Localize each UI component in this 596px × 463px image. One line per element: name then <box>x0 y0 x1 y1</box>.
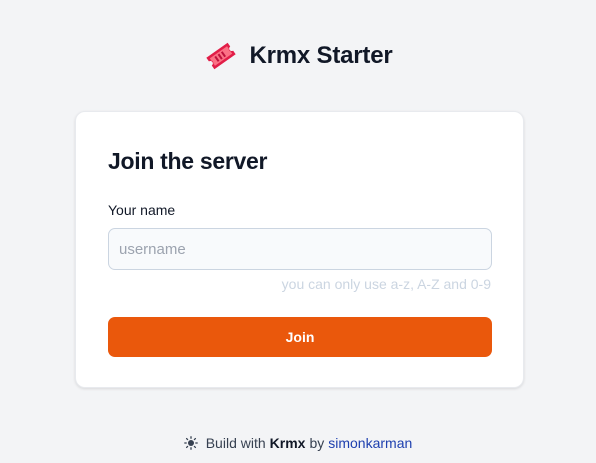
name-label: Your name <box>108 202 176 218</box>
sun-icon[interactable] <box>183 436 198 450</box>
brand-header: Krmx Starter <box>0 38 596 74</box>
app-title: Krmx Starter <box>249 42 393 69</box>
footer: Build with Krmx by simonkarman <box>0 433 596 453</box>
username-hint: you can only use a-z, A-Z and 0-9 <box>281 276 491 292</box>
footer-by: by <box>309 435 325 451</box>
author-link[interactable]: simonkarman <box>328 435 412 451</box>
footer-prefix: Build with <box>205 435 266 451</box>
ticket-icon <box>204 39 238 73</box>
username-input[interactable] <box>108 228 492 270</box>
card-title: Join the server <box>108 148 268 174</box>
footer-product: Krmx <box>269 435 306 451</box>
join-card: Join the server Your name you can only u… <box>75 111 524 388</box>
join-button[interactable]: Join <box>108 317 492 357</box>
